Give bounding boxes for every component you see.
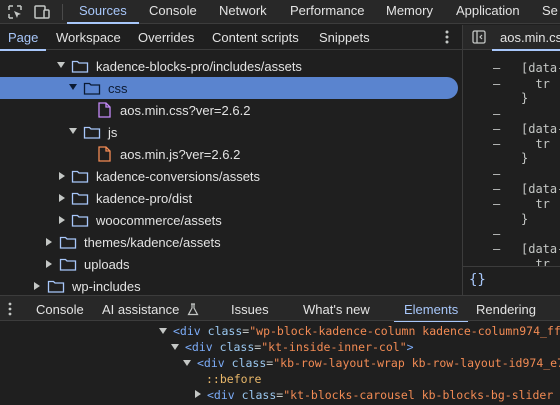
tree-item-aos-js[interactable]: aos.min.js?ver=2.6.2 [0,143,462,165]
expand-arrow-icon[interactable] [57,62,65,68]
tree-item-label: css [108,81,128,96]
dom-node[interactable]: <div class="kt-blocks-carousel kb-blocks… [195,388,560,404]
tree-item-label: aos.min.css?ver=2.6.2 [120,103,251,118]
tree-item-themes-kadence[interactable]: themes/kadence/assets [0,231,462,253]
folder-icon [71,192,89,205]
code-line: – [493,227,501,241]
collapse-arrow-icon[interactable] [34,282,40,290]
sources-navigator-tabs: Page Workspace Overrides Content scripts… [0,25,462,51]
editor-tab-bar: aos.min.cs [463,25,560,51]
tree-item-label: uploads [84,257,130,272]
expand-arrow-icon[interactable] [69,84,77,90]
collapse-arrow-icon[interactable] [46,260,52,268]
drawer-tab-whats-new[interactable]: What's new [303,302,370,317]
tree-item-wp-includes[interactable]: wp-includes [0,275,462,294]
code-line: –[data- [493,182,560,196]
css-file-icon [98,102,111,118]
code-line: – [493,167,501,181]
folder-icon [83,82,101,95]
toolbar-divider [62,4,63,20]
folder-icon [71,60,89,73]
tab-performance[interactable]: Performance [290,3,364,22]
collapse-arrow-icon[interactable] [59,216,65,224]
collapse-arrow-icon[interactable] [46,238,52,246]
code-line: –[data- [493,122,560,136]
tree-item-label: kadence-conversions/assets [96,169,261,184]
inspect-element-icon[interactable] [6,3,24,21]
tree-item-kadence-pro[interactable]: kadence-pro/dist [0,187,462,209]
dom-node[interactable]: <div class="kt-inside-inner-col"> [171,340,414,356]
code-line: tr [521,257,550,266]
editor-file-tab[interactable]: aos.min.cs [491,30,560,51]
tree-item-aos-css[interactable]: aos.min.css?ver=2.6.2 [0,99,462,121]
drawer-tab-elements[interactable]: Elements [393,302,469,323]
folder-icon [59,258,77,271]
drawer-tab-rendering[interactable]: Rendering [476,302,536,317]
tree-item-js[interactable]: js [0,121,462,143]
elements-dom-tree: <div class="wp-block-kadence-column kade… [0,322,560,405]
code-line: } [521,151,529,165]
tab-application[interactable]: Application [456,3,520,22]
tree-item-kadence-conversions[interactable]: kadence-conversions/assets [0,165,462,187]
folder-icon [47,280,65,293]
tab-console[interactable]: Console [149,3,197,22]
drawer-tab-issues[interactable]: Issues [231,302,269,317]
drawer-tab-label: AI assistance [102,302,180,317]
folder-icon [59,236,77,249]
folder-icon [83,126,101,139]
dom-pseudo-element[interactable]: ::before [206,372,261,388]
tab-workspace[interactable]: Workspace [56,30,121,45]
pretty-print-button[interactable]: {} [469,272,486,288]
collapse-arrow-icon[interactable] [195,390,201,398]
expand-arrow-icon[interactable] [171,344,179,350]
file-navigator-tree: kadence-blocks-pro/includes/assets css a… [0,51,462,294]
collapse-arrow-icon[interactable] [59,194,65,202]
folder-icon [71,214,89,227]
expand-arrow-icon[interactable] [159,328,167,334]
tab-security[interactable]: Se [542,3,558,22]
code-line: – [493,107,501,121]
tree-item-label: kadence-pro/dist [96,191,193,206]
drawer-toolbar: Console AI assistance Issues What's new … [0,295,560,323]
tree-item-label: aos.min.js?ver=2.6.2 [120,147,241,162]
device-toolbar-icon[interactable] [33,3,51,21]
tab-page[interactable]: Page [0,30,47,51]
tab-snippets[interactable]: Snippets [319,30,370,45]
tree-item-uploads[interactable]: uploads [0,253,462,275]
code-line: } [521,212,529,226]
devtools-main-toolbar: Sources Console Network Performance Memo… [0,0,560,24]
editor-status-bar: {} [463,266,560,295]
tab-overrides[interactable]: Overrides [138,30,194,45]
tree-item-label: js [108,125,118,140]
code-line: } [521,91,529,105]
more-options-icon[interactable] [444,29,450,45]
folder-icon [71,170,89,183]
tree-item-label: wp-includes [72,279,141,294]
tree-item-kadence-blocks-pro[interactable]: kadence-blocks-pro/includes/assets [0,55,462,77]
tab-sources[interactable]: Sources [67,3,139,24]
drawer-tab-console[interactable]: Console [36,302,84,317]
code-line: – tr [493,197,550,211]
drawer-menu-icon[interactable] [8,302,12,316]
tree-item-css[interactable]: css [0,77,458,99]
code-editor[interactable]: –[data- – tr } – –[data- – tr } – –[data… [463,51,560,266]
tree-item-woocommerce[interactable]: woocommerce/assets [0,209,462,231]
expand-arrow-icon[interactable] [183,360,191,366]
dom-node[interactable]: <div class="wp-block-kadence-column kade… [159,324,560,340]
expand-arrow-icon[interactable] [69,128,77,134]
toggle-navigator-icon[interactable] [472,30,486,44]
code-line: –[data- [493,61,560,75]
tree-item-label: woocommerce/assets [96,213,222,228]
flask-icon [187,303,199,316]
tab-content-scripts[interactable]: Content scripts [212,30,299,45]
code-line: –[data- [493,242,560,256]
tree-item-label: themes/kadence/assets [84,235,221,250]
js-file-icon [98,146,111,162]
dom-node[interactable]: <div class="kb-row-layout-wrap kb-row-la… [183,356,560,372]
tab-memory[interactable]: Memory [386,3,433,22]
tree-item-label: kadence-blocks-pro/includes/assets [96,59,302,74]
drawer-tab-ai-assistance[interactable]: AI assistance [102,302,199,317]
tab-network[interactable]: Network [219,3,267,22]
collapse-arrow-icon[interactable] [59,172,65,180]
